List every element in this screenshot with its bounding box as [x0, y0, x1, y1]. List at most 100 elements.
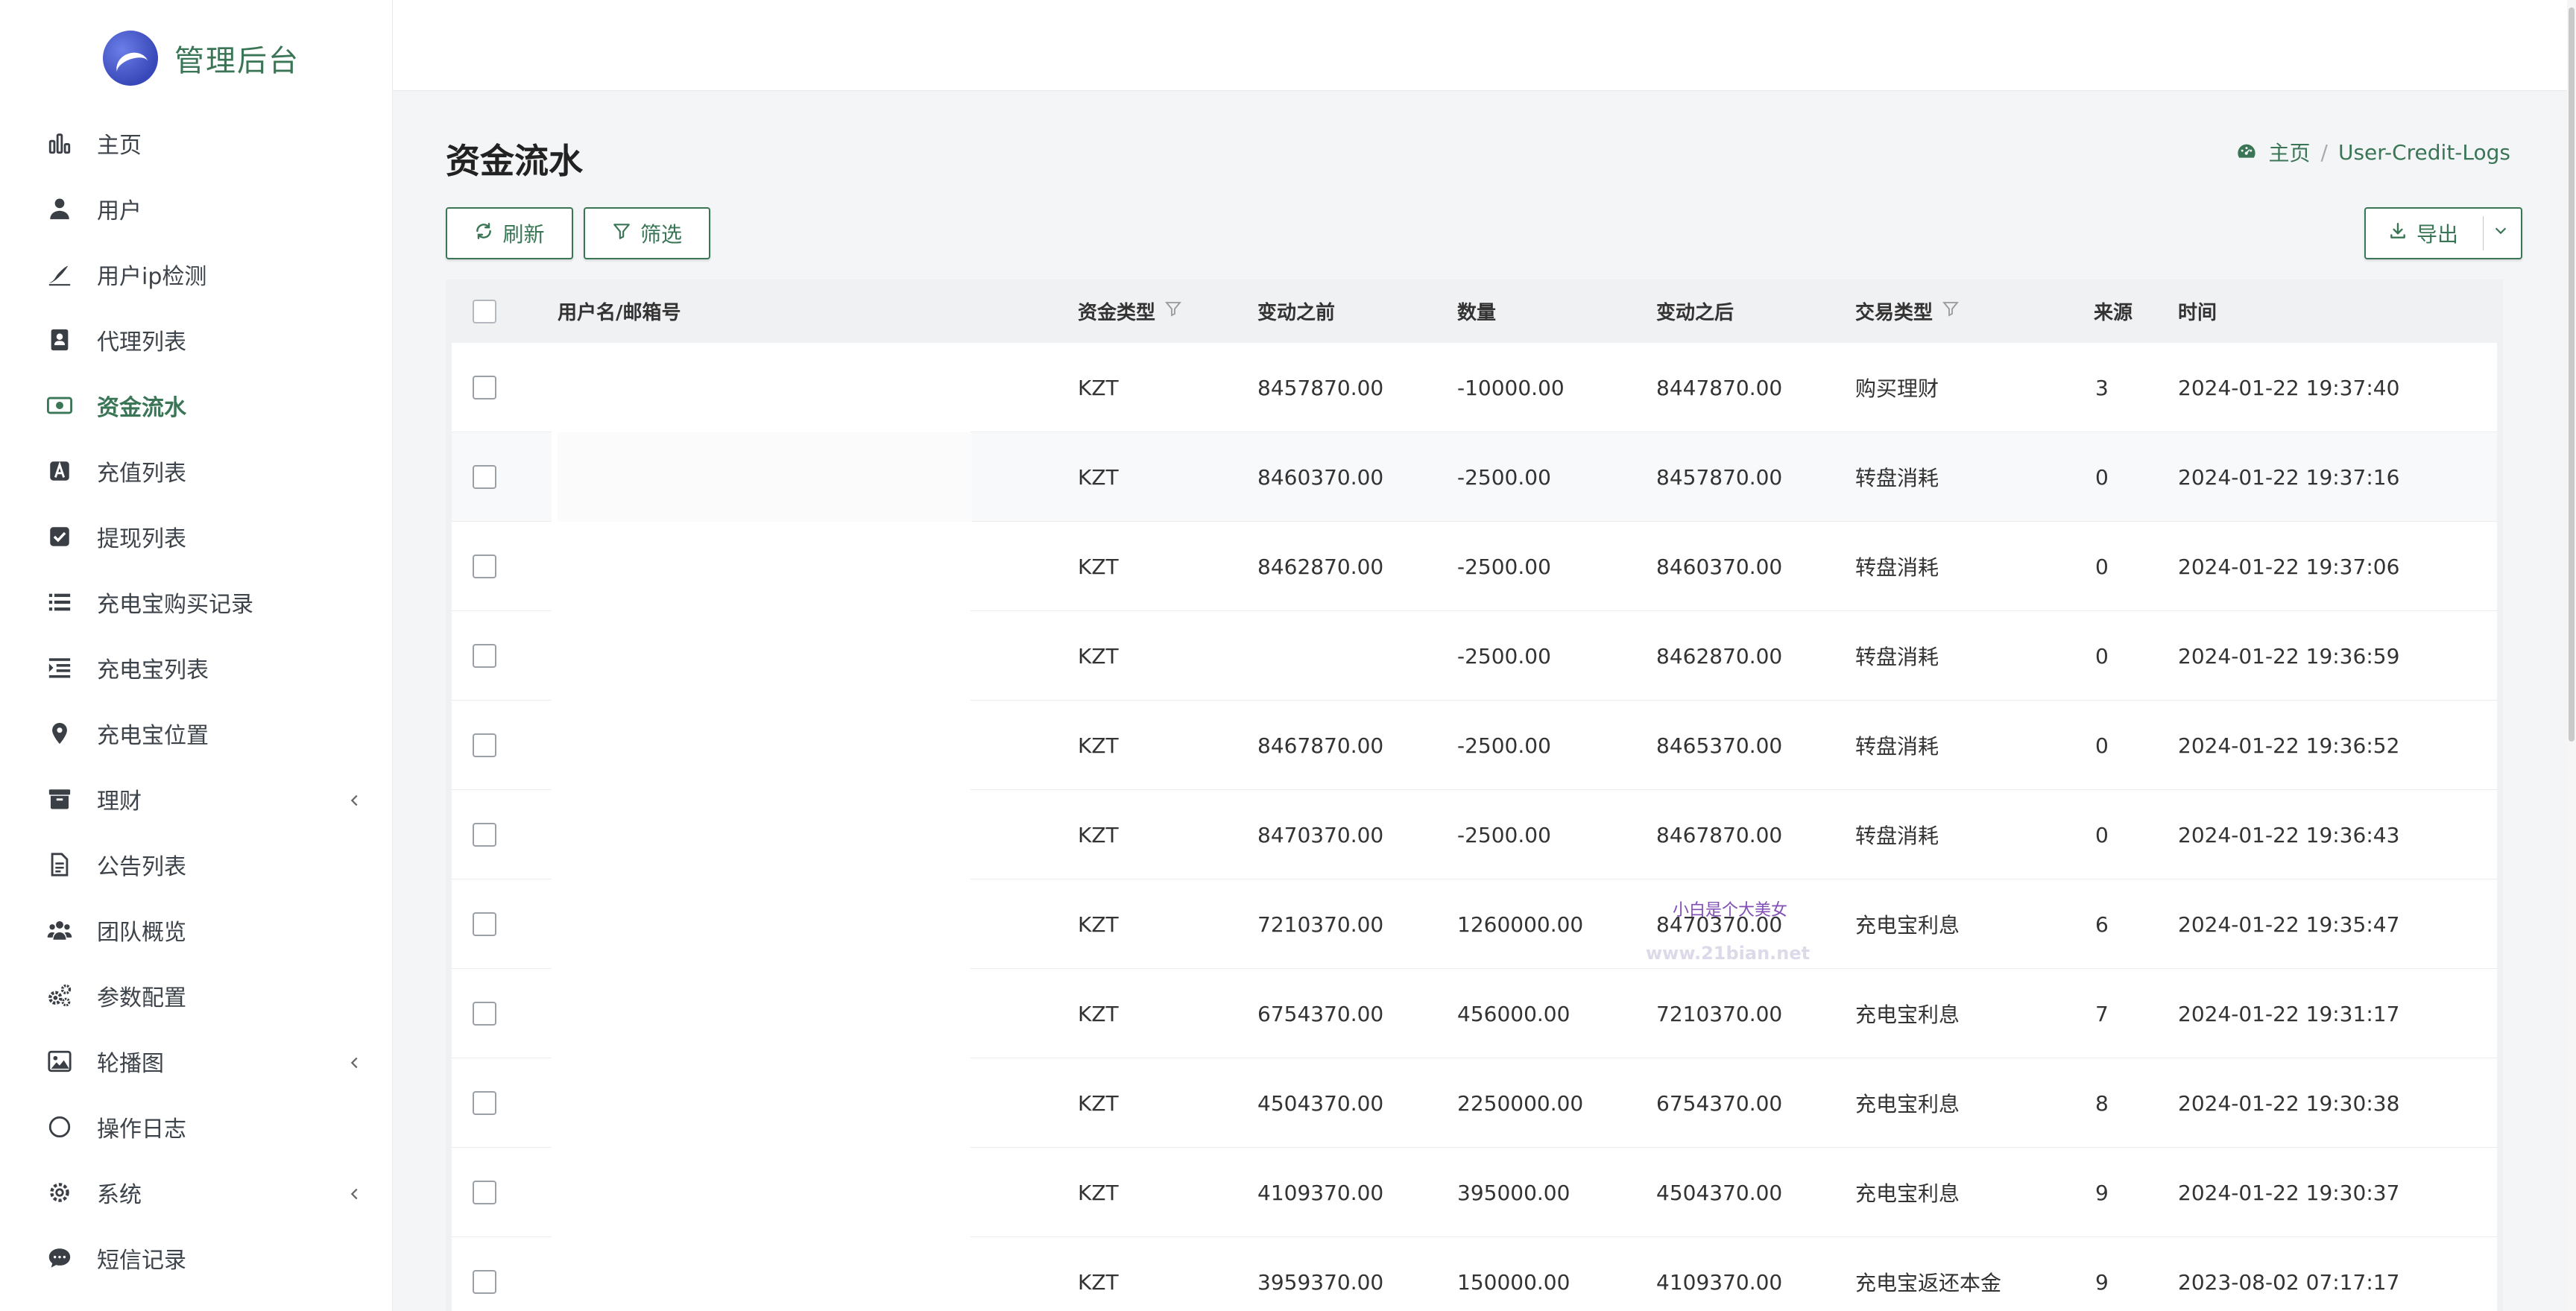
refresh-label: 刷新 — [502, 222, 545, 247]
sidebar-item-label: 短信记录 — [97, 1248, 186, 1274]
cell-amount: -10000.00 — [1457, 375, 1565, 400]
row-checkbox[interactable] — [473, 1181, 496, 1204]
row-checkbox[interactable] — [473, 733, 496, 757]
sidebar-item-label: 充电宝列表 — [97, 657, 209, 683]
cell-amount: -2500.00 — [1457, 822, 1551, 847]
cell-before: 8467870.00 — [1257, 733, 1384, 758]
sidebar-item[interactable]: 团队概览 — [0, 897, 393, 963]
cell-after: 8467870.00 — [1656, 822, 1783, 847]
row-select-cell — [473, 969, 496, 1058]
cell-after: 8465370.00 — [1656, 733, 1783, 758]
page-scrollbar[interactable] — [2567, 0, 2576, 1311]
cell-fund-type: KZT — [1078, 554, 1119, 579]
cell-amount: -2500.00 — [1457, 464, 1551, 490]
sidebar-item-label: 参数配置 — [97, 985, 186, 1011]
row-checkbox[interactable] — [473, 1091, 496, 1115]
cell-time: 2024-01-22 19:30:38 — [2178, 1090, 2400, 1116]
circle-icon — [43, 1111, 76, 1143]
cell-source: 0 — [2095, 554, 2109, 579]
cell-fund-type: KZT — [1078, 1180, 1119, 1205]
cell-trade-type: 充电宝利息 — [1855, 913, 1960, 938]
breadcrumb-separator: / — [2320, 139, 2328, 165]
sidebar-item[interactable]: 操作日志 — [0, 1094, 393, 1160]
cell-time: 2024-01-22 19:36:59 — [2178, 643, 2400, 669]
money-bill-icon — [43, 389, 76, 422]
sidebar-item[interactable]: 轮播图 — [0, 1029, 393, 1094]
select-all-checkbox[interactable] — [473, 299, 496, 323]
row-checkbox[interactable] — [473, 1002, 496, 1026]
column-header-trade-type-label: 交易类型 — [1855, 302, 1933, 324]
column-header-before: 变动之前 — [1257, 279, 1335, 343]
archive-icon — [43, 783, 76, 815]
scrollbar-thumb[interactable] — [2569, 7, 2575, 742]
cell-fund-type: KZT — [1078, 1090, 1119, 1116]
sidebar-item[interactable]: 用户 — [0, 176, 393, 241]
cell-after: 8460370.00 — [1656, 554, 1783, 579]
column-header-time: 时间 — [2178, 279, 2217, 343]
cell-amount: -2500.00 — [1457, 643, 1551, 669]
cell-after: 6754370.00 — [1656, 1090, 1783, 1116]
cell-before: 4504370.00 — [1257, 1090, 1384, 1116]
sidebar-item[interactable]: 短信记录 — [0, 1225, 393, 1291]
cell-fund-type: KZT — [1078, 643, 1119, 669]
column-filter-icon[interactable] — [1164, 300, 1182, 323]
cell-time: 2024-01-22 19:36:43 — [2178, 822, 2400, 847]
sidebar-item[interactable]: 充电宝列表 — [0, 635, 393, 701]
file-text-icon — [43, 848, 76, 881]
check-square-icon — [43, 520, 76, 553]
sidebar-item-label: 公告列表 — [97, 854, 186, 880]
sidebar-item[interactable]: 用户ip检测 — [0, 241, 393, 307]
sidebar-item[interactable]: 主页 — [0, 110, 393, 176]
filter-button[interactable]: 筛选 — [584, 207, 710, 259]
chevron-left-icon — [347, 1182, 363, 1208]
row-checkbox[interactable] — [473, 376, 496, 399]
sidebar-item[interactable]: 参数配置 — [0, 963, 393, 1029]
column-header-amount: 数量 — [1457, 279, 1496, 343]
row-select-cell — [473, 879, 496, 969]
cell-trade-type: 转盘消耗 — [1855, 645, 1939, 669]
sidebar-item[interactable]: 公告列表 — [0, 832, 393, 897]
cell-amount: -2500.00 — [1457, 733, 1551, 758]
row-checkbox[interactable] — [473, 465, 496, 489]
cell-before: 8460370.00 — [1257, 464, 1384, 490]
row-checkbox[interactable] — [473, 823, 496, 847]
sidebar-item[interactable]: 资金流水 — [0, 373, 393, 438]
credit-log-table: 用户名/邮箱号 资金类型 变动之前 数量 变动之后 交易类型 来源 时间 KZT… — [446, 279, 2503, 1311]
sidebar-item[interactable]: 充电宝购买记录 — [0, 569, 393, 635]
download-icon — [2388, 221, 2408, 246]
row-select-cell — [473, 1237, 496, 1311]
filter-label: 筛选 — [640, 222, 682, 247]
cell-amount: 456000.00 — [1457, 1001, 1570, 1026]
cell-source: 0 — [2095, 643, 2109, 669]
brand[interactable]: 管理后台 — [103, 28, 300, 88]
row-checkbox[interactable] — [473, 555, 496, 578]
row-checkbox[interactable] — [473, 1270, 496, 1294]
row-checkbox[interactable] — [473, 912, 496, 936]
breadcrumb-home-link[interactable]: 主页 — [2269, 137, 2311, 167]
sidebar-item[interactable]: 代理列表 — [0, 307, 393, 373]
column-header-after: 变动之后 — [1656, 279, 1734, 343]
sidebar-item[interactable]: 提现列表 — [0, 504, 393, 569]
sidebar-item[interactable]: 充值列表 — [0, 438, 393, 504]
sidebar-item[interactable]: 系统 — [0, 1160, 393, 1225]
refresh-button[interactable]: 刷新 — [446, 207, 573, 259]
main-content: 资金流水 主页 / User-Credit-Logs 刷新 筛选 导出 用户名/… — [393, 91, 2567, 1311]
export-button[interactable]: 导出 — [2364, 207, 2522, 259]
chevron-down-icon[interactable] — [2493, 222, 2509, 243]
cell-trade-type: 转盘消耗 — [1855, 555, 1939, 580]
sidebar-item[interactable]: 理财 — [0, 766, 393, 832]
row-checkbox[interactable] — [473, 644, 496, 668]
breadcrumb: 主页 / User-Credit-Logs — [2236, 137, 2510, 167]
sidebar-item-label: 主页 — [97, 133, 142, 159]
sidebar-item[interactable]: 充电宝位置 — [0, 701, 393, 766]
cell-amount: 150000.00 — [1457, 1269, 1570, 1295]
address-book-icon — [43, 323, 76, 356]
cell-trade-type: 充电宝利息 — [1855, 1092, 1960, 1116]
cell-before: 3959370.00 — [1257, 1269, 1384, 1295]
column-header-after-label: 变动之后 — [1656, 302, 1734, 324]
redacted-user-column-alt — [558, 432, 972, 522]
column-header-source: 来源 — [2094, 279, 2133, 343]
sidebar-item-label: 用户ip检测 — [97, 264, 207, 290]
sidebar-item-label: 代理列表 — [97, 329, 186, 356]
column-filter-icon[interactable] — [1942, 300, 1960, 323]
